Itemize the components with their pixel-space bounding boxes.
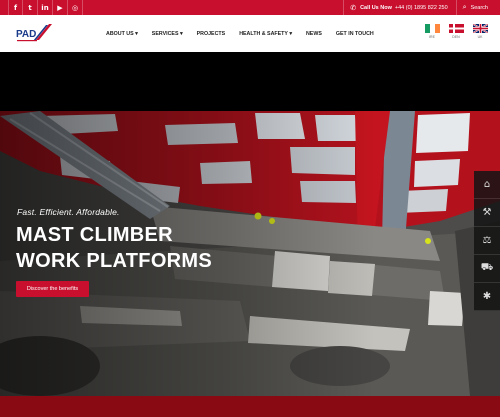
side-quick-links: ⌂ ⚒ ⚖ ⛟ ✱ (474, 171, 500, 311)
building-icon[interactable]: ⌂ (474, 171, 500, 199)
page: f t in ▶ ◎ ✆ Call Us Now +44 (0) 1895 82… (0, 0, 500, 417)
flag-uk[interactable]: UK (472, 24, 488, 39)
nav-menu: ABOUT US ▾ SERVICES ▾ PROJECTS HEALTH & … (106, 15, 388, 52)
nav-item-projects[interactable]: PROJECTS (197, 31, 226, 37)
search-icon: ⌕ (462, 3, 467, 11)
nav-item-health-safety[interactable]: HEALTH & SAFETY ▾ (239, 31, 292, 37)
nav-item-services[interactable]: SERVICES ▾ (152, 31, 183, 37)
instagram-icon[interactable]: ◎ (68, 0, 83, 15)
nav-item-about-us[interactable]: ABOUT US ▾ (106, 31, 138, 37)
logo[interactable]: PAD (15, 20, 53, 46)
call-us-link[interactable]: ✆ Call Us Now +44 (0) 1895 822 250 (343, 0, 455, 15)
platform-icon[interactable]: ⚖ (474, 227, 500, 255)
youtube-icon[interactable]: ▶ (53, 0, 68, 15)
phone-icon: ✆ (350, 4, 357, 12)
search-button[interactable]: ⌕ Search (455, 0, 500, 15)
truck-icon[interactable]: ⛟ (474, 255, 500, 283)
hero-tagline: Fast. Efficient. Affordable. (17, 207, 120, 217)
denmark-flag-icon (448, 24, 464, 33)
hero-headline-line1: MAST CLIMBER (16, 224, 173, 246)
facebook-icon[interactable]: f (8, 0, 23, 15)
lightbulb-icon[interactable]: ✱ (474, 283, 500, 311)
linkedin-icon[interactable]: in (38, 0, 53, 15)
hero-headline-line2: WORK PLATFORMS (16, 250, 213, 272)
topbar-right: ✆ Call Us Now +44 (0) 1895 822 250 ⌕ Sea… (343, 0, 500, 15)
nav-item-get-in-touch[interactable]: GET IN TOUCH (336, 31, 374, 37)
flag-label-ireland: IRE (429, 35, 435, 39)
uk-flag-icon (472, 24, 488, 33)
top-bar: f t in ▶ ◎ ✆ Call Us Now +44 (0) 1895 82… (0, 0, 500, 15)
call-us-label: Call Us Now (360, 4, 392, 11)
language-selector: IRE DEN UK (416, 24, 488, 39)
search-label: Search (470, 4, 488, 11)
discover-benefits-button[interactable]: Discover the benefits (16, 281, 89, 297)
social-links: f t in ▶ ◎ (8, 0, 83, 15)
flag-label-denmark: DEN (452, 35, 460, 39)
phone-number: +44 (0) 1895 822 250 (394, 4, 448, 11)
ireland-flag-icon (424, 24, 440, 33)
flag-denmark[interactable]: DEN (448, 24, 464, 39)
flag-label-uk: UK (477, 35, 483, 39)
flag-ireland[interactable]: IRE (424, 24, 440, 39)
nav-item-news[interactable]: NEWS (306, 31, 322, 37)
bottom-strip (0, 396, 500, 417)
logo-mark: PAD (15, 20, 53, 46)
logo-text: PAD (16, 29, 36, 40)
crane-icon[interactable]: ⚒ (474, 199, 500, 227)
twitter-icon[interactable]: t (23, 0, 38, 15)
